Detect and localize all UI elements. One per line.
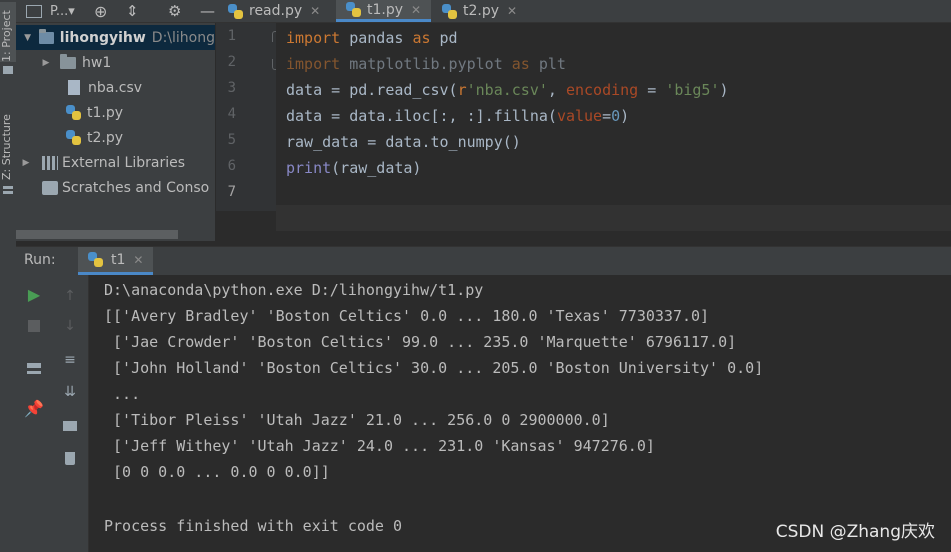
gear-icon[interactable]: ⚙ [168, 0, 181, 22]
console-line: Process finished with exit code 0 [104, 517, 403, 535]
tree-item-label: t1.py [87, 104, 124, 121]
tree-item-label: Scratches and Conso [62, 179, 210, 196]
code-line-4: data = data.iloc[:, :].fillna(value=0) [286, 107, 630, 125]
tree-item-external-libraries[interactable]: ▶ External Libraries [16, 150, 215, 175]
console-line: ['Jeff Withey' 'Utah Jazz' 24.0 ... 231.… [104, 437, 655, 455]
project-toolbar: P...▾ ⊕ ⇕ ⚙ — [16, 0, 224, 23]
project-tree: ▼ lihongyihw D:\lihong ▶ hw1 nba.csv t1.… [16, 23, 215, 241]
stop-icon[interactable] [16, 313, 52, 339]
tab-t2-py[interactable]: t2.py ✕ [442, 0, 517, 22]
console-output[interactable]: D:\anaconda\python.exe D:/lihongyihw/t1.… [89, 275, 951, 552]
soft-wrap-icon[interactable]: ≡ [52, 347, 88, 373]
folder-icon [60, 53, 76, 69]
console-line: ['Jae Crowder' 'Boston Celtics' 99.0 ...… [104, 333, 737, 351]
tab-label: t2.py [463, 3, 500, 19]
console-line: D:\anaconda\python.exe D:/lihongyihw/t1.… [104, 281, 484, 299]
tab-label: read.py [249, 3, 303, 19]
code-editor[interactable]: import pandas as pd import matplotlib.py… [276, 23, 951, 231]
code-line-5: raw_data = data.to_numpy() [286, 133, 521, 151]
tree-item-label: nba.csv [88, 79, 143, 96]
folder-icon [3, 66, 13, 74]
tab-t1-py[interactable]: t1.py ✕ [336, 0, 432, 22]
console-line: ... [104, 385, 141, 403]
project-view-label: P...▾ [50, 3, 75, 19]
project-view-icon [26, 4, 42, 18]
code-line-3: data = pd.read_csv(r'nba.csv', encoding … [286, 81, 729, 99]
current-line-highlight [276, 205, 951, 231]
trash-icon[interactable] [52, 445, 88, 471]
close-icon[interactable]: ✕ [133, 253, 143, 267]
tree-item-label: External Libraries [62, 154, 185, 171]
line-number: 6 [227, 158, 236, 174]
chevron-right-icon[interactable]: ▶ [20, 158, 32, 168]
locate-icon[interactable]: ⊕ [94, 0, 107, 22]
structure-icon [3, 184, 13, 194]
console-line: [0 0 0.0 ... 0.0 0 0.0]] [104, 463, 330, 481]
tree-item-t1-py[interactable]: t1.py [16, 100, 215, 125]
folder-icon [39, 28, 54, 44]
root-path: D:\lihong [151, 29, 215, 46]
line-number-gutter: 1 2 3 4 5 6 7 [216, 23, 282, 211]
tree-item-scratches[interactable]: Scratches and Conso [16, 175, 215, 200]
tab-read-py[interactable]: read.py ✕ [228, 0, 320, 22]
code-line-1: import pandas as pd [286, 29, 458, 47]
line-number: 3 [227, 80, 236, 96]
tree-root[interactable]: ▼ lihongyihw D:\lihong [16, 25, 215, 50]
console-line: ['John Holland' 'Boston Celtics' 30.0 ..… [104, 359, 764, 377]
root-name: lihongyihw [59, 29, 146, 46]
run-panel-header: Run: t1 ✕ [16, 246, 951, 276]
csv-file-icon [68, 80, 80, 95]
code-line-2: import matplotlib.pyplot as plt [286, 55, 566, 73]
console-line: [['Avery Bradley' 'Boston Celtics' 0.0 .… [104, 307, 710, 325]
tree-item-nba-csv[interactable]: nba.csv [16, 75, 215, 100]
layout-icon[interactable] [16, 355, 52, 381]
line-number: 4 [227, 106, 236, 122]
left-tool-strip: 1: Project Z: Structure [0, 0, 17, 552]
arrow-down-icon[interactable]: ↓ [52, 313, 88, 339]
console-toolbar: ↑ ↓ ≡ ⇊ [52, 275, 89, 552]
run-tab-label: t1 [111, 251, 126, 268]
python-file-icon [66, 130, 81, 145]
tree-item-label: t2.py [87, 129, 124, 146]
collapse-all-icon[interactable]: ⇕ [126, 0, 139, 22]
run-label: Run: [24, 252, 56, 268]
python-file-icon [228, 3, 243, 19]
project-tool-tab[interactable]: 1: Project [0, 2, 16, 62]
chevron-down-icon[interactable]: ▼ [22, 33, 33, 43]
tab-label: t1.py [367, 1, 404, 18]
line-number: 5 [227, 132, 236, 148]
tree-item-label: hw1 [82, 54, 112, 71]
console-line: ['Tibor Pleiss' 'Utah Jazz' 21.0 ... 256… [104, 411, 610, 429]
code-line-6: print(raw_data) [286, 159, 422, 177]
tree-item-hw1[interactable]: ▶ hw1 [16, 50, 215, 75]
line-number: 1 [227, 28, 236, 44]
tree-horizontal-scrollbar[interactable] [16, 230, 178, 239]
close-icon[interactable]: ✕ [411, 3, 421, 17]
run-tab-t1[interactable]: t1 ✕ [78, 247, 154, 275]
project-view-dropdown[interactable]: P...▾ [26, 0, 75, 22]
run-toolbar: ▶ 📌 [16, 275, 52, 552]
python-file-icon [88, 252, 103, 267]
close-icon[interactable]: ✕ [507, 4, 517, 18]
python-file-icon [346, 2, 361, 17]
structure-tool-tab[interactable]: Z: Structure [0, 100, 16, 180]
close-icon[interactable]: ✕ [310, 4, 320, 18]
print-icon[interactable] [52, 413, 88, 439]
scroll-to-end-icon[interactable]: ⇊ [52, 379, 88, 405]
python-file-icon [66, 105, 81, 120]
rerun-icon[interactable]: ▶ [16, 281, 52, 307]
editor-tab-bar: read.py ✕ t1.py ✕ t2.py ✕ [216, 0, 951, 23]
watermark-text: CSDN @Zhang庆欢 [775, 522, 935, 542]
python-file-icon [442, 3, 457, 19]
library-icon [42, 155, 58, 170]
pin-icon[interactable]: 📌 [16, 395, 52, 421]
line-number: 7 [227, 184, 236, 200]
line-number: 2 [227, 54, 236, 70]
scratches-icon [42, 180, 58, 195]
arrow-up-icon[interactable]: ↑ [52, 283, 88, 309]
chevron-right-icon[interactable]: ▶ [40, 58, 52, 68]
hide-icon[interactable]: — [200, 0, 215, 22]
tree-item-t2-py[interactable]: t2.py [16, 125, 215, 150]
